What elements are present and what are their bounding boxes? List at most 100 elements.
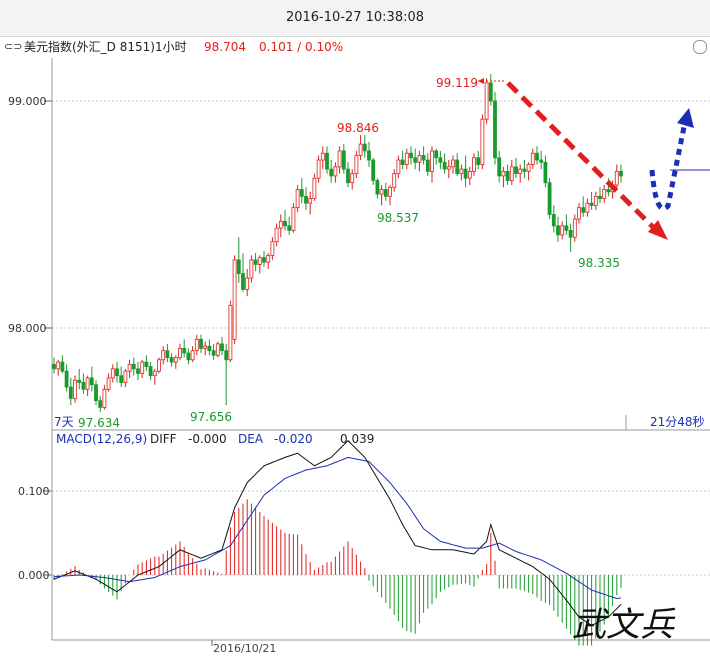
candle [161,346,166,365]
candle [64,364,69,392]
candle [253,253,258,272]
candle [467,166,472,185]
candle [493,91,497,165]
annotation-low-label: 97.634 [78,416,120,430]
candle [148,362,153,381]
candle [564,214,569,235]
candle [514,157,518,179]
candle [434,148,439,165]
candle [68,377,73,406]
candle [455,153,460,176]
candle [350,169,355,190]
candle [299,178,304,204]
countdown-label: 21分48秒 [650,415,705,429]
candle [371,157,376,185]
macd-y-tick-label: 0.100 [18,485,50,498]
candle [102,384,107,410]
candle [119,366,124,388]
diff-line [53,439,622,626]
annotation-high-label: 98.846 [337,121,379,135]
candle [287,216,292,235]
candle [522,160,527,179]
y-tick-label: 98.000 [8,322,47,335]
candle [110,364,115,383]
candle [417,150,422,172]
candle [220,337,224,356]
candle [165,343,170,363]
candle [320,146,325,170]
candle [379,184,384,206]
candle [232,255,237,344]
candle [283,209,287,231]
diff-label: DIFF [150,432,177,446]
candle [203,341,208,356]
annotation-low-label: 98.537 [377,211,419,225]
candle [375,178,380,199]
candle [211,343,216,360]
candle [333,162,338,183]
dea-label: DEA [238,432,264,446]
candle [451,155,455,174]
candle [249,255,254,283]
candle [308,191,313,215]
candle [442,153,447,174]
candle [56,359,61,376]
candle [472,153,476,176]
candle [89,366,94,392]
candle [127,359,132,378]
candle [551,205,556,233]
chart-canvas[interactable]: 99.000 98.000 99.119 98.846 98.537 98.33… [0,0,710,656]
candle [178,343,182,360]
candle [388,184,392,206]
candle [215,341,220,358]
period-label: 7天 [54,415,74,429]
candle [614,164,619,190]
candle [354,150,359,179]
diff-value: -0.000 [188,432,227,446]
dea-line [53,456,622,600]
macd-histogram [53,499,622,646]
candle [207,339,212,356]
candle [568,223,573,252]
candle [173,355,178,369]
candle [266,253,271,269]
annotation-high-label: 99.119 [436,76,478,90]
candle [547,178,552,220]
candle [98,396,103,412]
forecast-arrowhead [677,108,694,128]
signature-watermark: 武文兵 [572,605,676,645]
candle [73,375,77,403]
candle [505,164,510,185]
candle [577,203,581,224]
candle [463,155,468,188]
annotation-arrowhead [478,78,484,84]
candle [409,146,413,165]
candle [257,255,262,274]
candle [94,380,98,406]
candle [274,223,279,247]
candle [535,146,539,165]
candle [304,187,308,210]
candle [236,237,241,283]
candle [476,150,481,170]
candle [106,373,111,392]
candle [358,135,363,161]
y-tick-label: 99.000 [8,95,47,108]
candle [572,214,577,242]
candle [85,375,90,397]
candle [194,334,199,356]
candle [526,162,531,181]
candle [152,368,157,385]
candle [157,357,161,374]
candle [488,73,493,106]
candle [560,221,565,240]
candle [383,182,388,201]
candle [404,148,409,170]
candle [144,355,149,372]
candle [598,187,602,204]
candle [430,146,434,183]
candle [400,150,405,170]
candle [518,164,523,183]
candle [459,164,464,181]
candle [581,196,586,217]
